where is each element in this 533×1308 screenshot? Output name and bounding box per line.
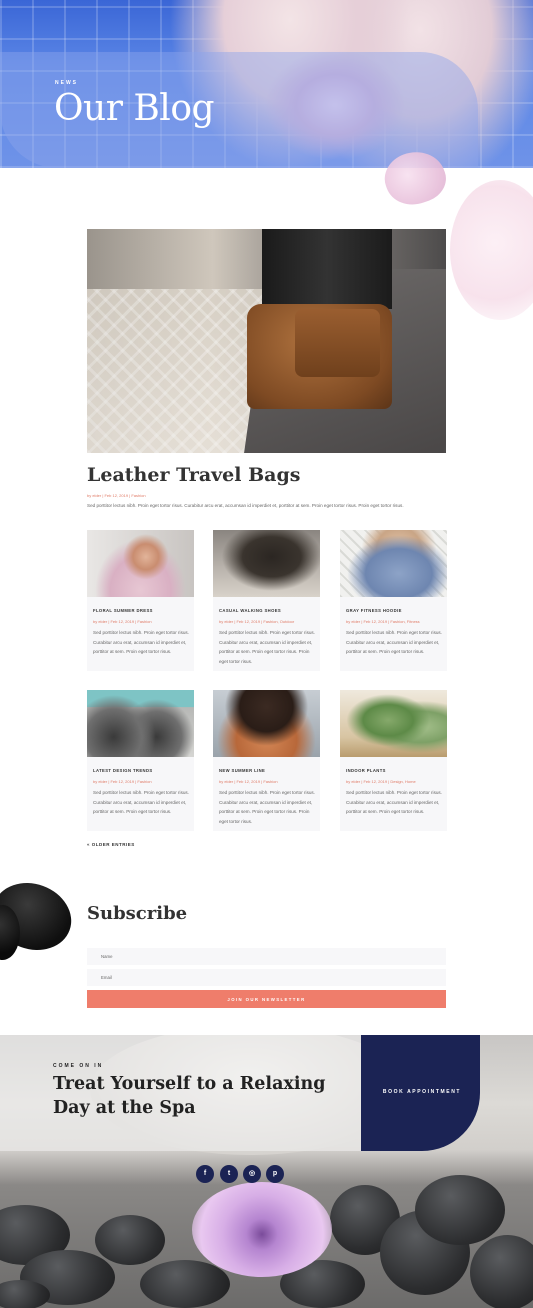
person-legs (262, 229, 392, 309)
featured-post-excerpt: Sed porttitor lectus nibh. Proin eget to… (87, 503, 404, 508)
twitter-icon[interactable]: t (220, 1165, 238, 1183)
post-card-excerpt: Sed porttitor lectus nibh. Proin eget to… (219, 790, 316, 824)
featured-post-meta: by elder | Feb 12, 2019 | Fashion (87, 493, 146, 498)
post-card[interactable]: GRAY FITNESS HOODIE by elder | Feb 12, 20… (340, 530, 447, 671)
instagram-icon[interactable]: ◎ (243, 1165, 261, 1183)
post-card[interactable]: LATEST DESIGN TRENDS by elder | Feb 12, 2… (87, 690, 194, 831)
post-card[interactable]: NEW SUMMER LINE by elder | Feb 12, 2019 |… (213, 690, 320, 831)
email-field[interactable]: Email (87, 969, 446, 986)
post-card-image[interactable] (340, 690, 447, 757)
post-card-meta: by elder | Feb 12, 2019 | Fashion (93, 619, 152, 624)
newsletter-button[interactable]: JOIN OUR NEWSLETTER (87, 990, 446, 1008)
post-card-title[interactable]: LATEST DESIGN TRENDS (93, 768, 153, 773)
post-card-title[interactable]: INDOOR PLANTS (346, 768, 386, 773)
facebook-icon[interactable]: f (196, 1165, 214, 1183)
subscribe-title: Subscribe (87, 903, 188, 924)
post-card-image[interactable] (87, 530, 194, 597)
name-placeholder: Name (101, 954, 113, 959)
rock-decoration (0, 1280, 50, 1308)
rock-decoration (470, 1235, 533, 1308)
post-card-meta: by elder | Feb 12, 2019 | Design, Home (346, 779, 416, 784)
post-card-image[interactable] (87, 690, 194, 757)
rock-decoration (140, 1260, 230, 1308)
featured-post-title[interactable]: Leather Travel Bags (87, 464, 300, 486)
page-title: Our Blog (54, 88, 215, 129)
cta-title: Treat Yourself to a Relaxing Day at the … (53, 1074, 326, 1118)
post-card[interactable]: CASUAL WALKING SHOES by elder | Feb 12, 2… (213, 530, 320, 671)
email-placeholder: Email (101, 975, 112, 980)
post-card[interactable]: INDOOR PLANTS by elder | Feb 12, 2019 | D… (340, 690, 447, 831)
post-card-image[interactable] (340, 530, 447, 597)
post-card[interactable]: FLORAL SUMMER DRESS by elder | Feb 12, 20… (87, 530, 194, 671)
post-card-meta: by elder | Feb 12, 2019 | Fashion, Fitne… (346, 619, 420, 624)
hero-eyebrow: NEWS (55, 80, 78, 86)
post-card-title[interactable]: CASUAL WALKING SHOES (219, 608, 281, 613)
flower-decoration (192, 1182, 332, 1277)
bag-flap (295, 309, 380, 377)
post-card-excerpt: Sed porttitor lectus nibh. Proin eget to… (219, 630, 316, 664)
post-card-excerpt: Sed porttitor lectus nibh. Proin eget to… (346, 630, 443, 655)
post-card-meta: by elder | Feb 12, 2019 | Fashion (93, 779, 152, 784)
post-card-image[interactable] (213, 690, 320, 757)
post-card-meta: by elder | Feb 12, 2019 | Fashion, Outdo… (219, 619, 295, 624)
featured-post-image[interactable] (87, 229, 446, 453)
petal-decoration (450, 180, 533, 320)
cta-eyebrow: COME ON IN (53, 1063, 104, 1069)
book-appointment-button[interactable]: BOOK APPOINTMENT (372, 1089, 472, 1095)
rock-decoration (95, 1215, 165, 1265)
post-card-title[interactable]: FLORAL SUMMER DRESS (93, 608, 153, 613)
older-entries-link[interactable]: « OLDER ENTRIES (87, 842, 135, 847)
post-card-excerpt: Sed porttitor lectus nibh. Proin eget to… (346, 790, 443, 815)
rock-decoration (415, 1175, 505, 1245)
post-card-title[interactable]: NEW SUMMER LINE (219, 768, 265, 773)
name-field[interactable]: Name (87, 948, 446, 965)
post-card-excerpt: Sed porttitor lectus nibh. Proin eget to… (93, 630, 190, 655)
post-card-title[interactable]: GRAY FITNESS HOODIE (346, 608, 402, 613)
post-card-meta: by elder | Feb 12, 2019 | Fashion (219, 779, 278, 784)
pinterest-icon[interactable]: p (266, 1165, 284, 1183)
post-card-image[interactable] (213, 530, 320, 597)
post-card-excerpt: Sed porttitor lectus nibh. Proin eget to… (93, 790, 190, 815)
